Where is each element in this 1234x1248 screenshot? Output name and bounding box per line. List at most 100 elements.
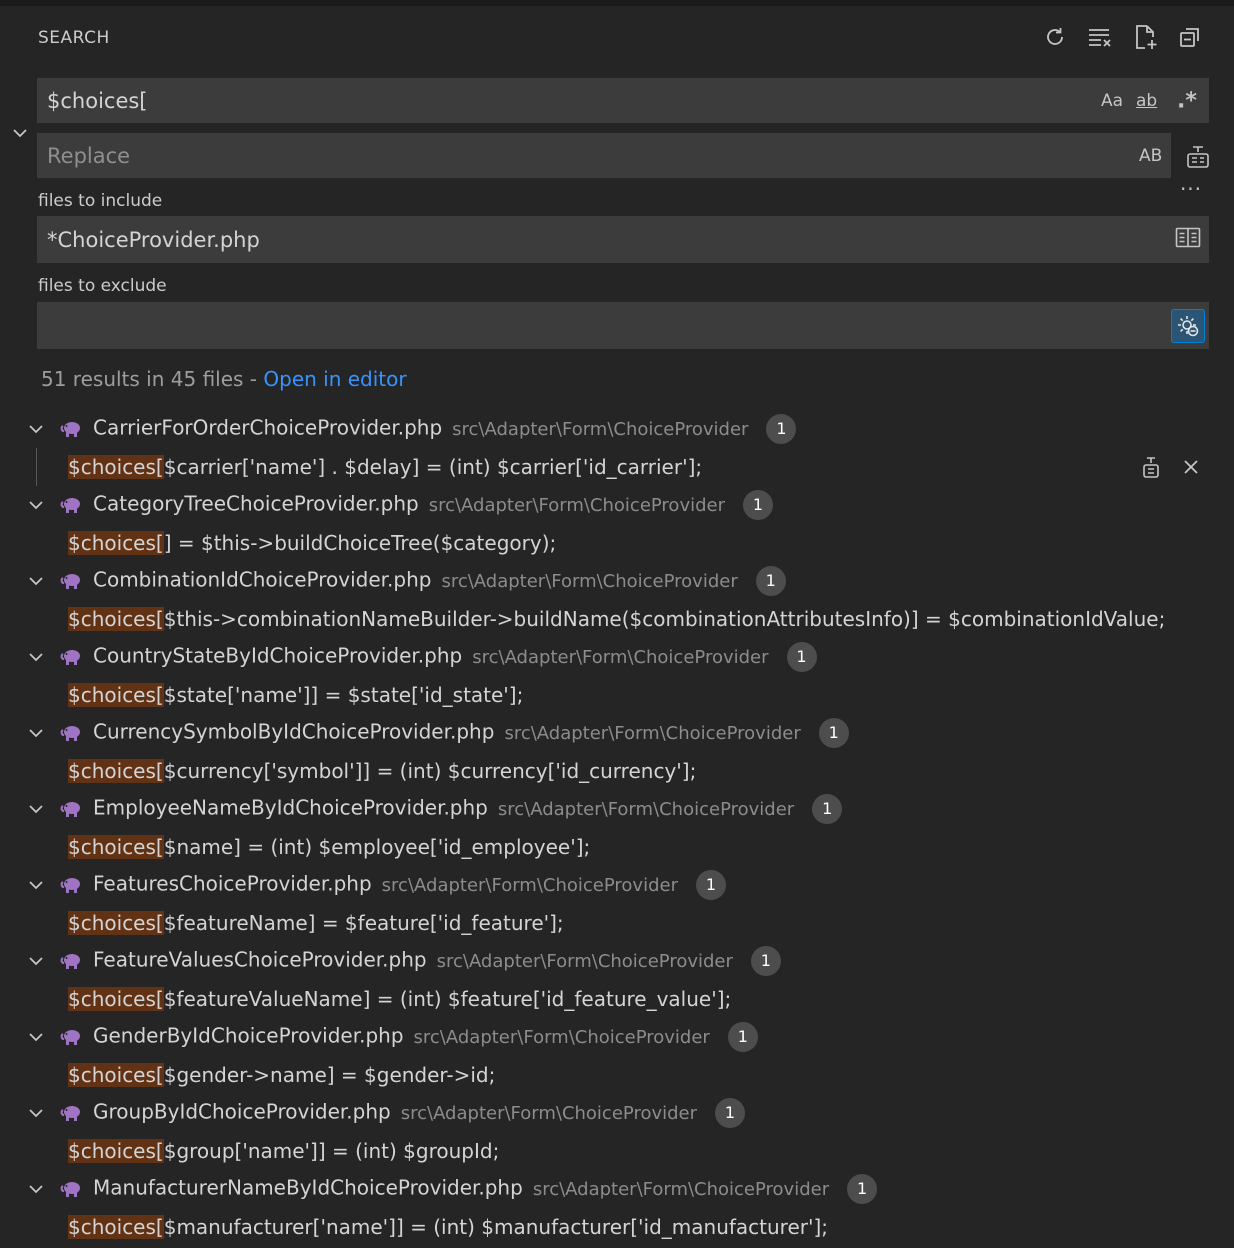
chevron-down-icon[interactable] xyxy=(26,1027,46,1047)
match-count-badge: 1 xyxy=(766,414,797,444)
match-highlight: $choices[ xyxy=(68,1139,164,1163)
match-highlight: $choices[ xyxy=(68,987,164,1011)
file-path-text: src\Adapter\Form\ChoiceProvider xyxy=(413,1026,710,1048)
file-name-text: ManufacturerNameByIdChoiceProvider.php xyxy=(93,1175,523,1200)
result-match-row[interactable]: $choices[$currency['symbol']] = (int) $c… xyxy=(0,752,1234,790)
chevron-down-icon[interactable] xyxy=(26,1103,46,1123)
php-file-icon xyxy=(60,875,82,895)
result-file-row[interactable]: GroupByIdChoiceProvider.php src\Adapter\F… xyxy=(0,1094,1234,1132)
match-count-badge: 1 xyxy=(727,1022,758,1052)
open-editors-only-icon[interactable] xyxy=(1175,226,1201,253)
file-path-text: src\Adapter\Form\ChoiceProvider xyxy=(472,646,769,668)
new-search-editor-icon[interactable] xyxy=(1128,20,1162,54)
match-case-toggle[interactable]: Aa xyxy=(1101,91,1123,111)
more-options-icon[interactable]: ··· xyxy=(1177,177,1205,201)
php-file-icon xyxy=(60,1103,82,1123)
result-match-row[interactable]: $choices[$name] = (int) $employee['id_em… xyxy=(0,828,1234,866)
result-match-row[interactable]: $choices[] = $this->buildChoiceTree($cat… xyxy=(0,524,1234,562)
match-highlight: $choices[ xyxy=(68,1063,164,1087)
open-in-editor-link[interactable]: Open in editor xyxy=(263,367,406,391)
match-rest-text: $currency['symbol']] = (int) $currency['… xyxy=(163,759,697,783)
match-highlight: $choices[ xyxy=(68,607,164,631)
result-file-name: CombinationIdChoiceProvider.php src\Adapt… xyxy=(93,566,786,596)
php-file-icon xyxy=(60,647,82,667)
result-file-row[interactable]: CurrencySymbolByIdChoiceProvider.php src\… xyxy=(0,714,1234,752)
collapse-all-icon[interactable] xyxy=(1173,20,1207,54)
result-file-row[interactable]: CategoryTreeChoiceProvider.php src\Adapte… xyxy=(0,486,1234,524)
refresh-icon[interactable] xyxy=(1038,20,1072,54)
replace-placeholder: Replace xyxy=(47,143,131,168)
php-file-icon xyxy=(60,571,82,591)
dismiss-icon[interactable] xyxy=(1178,454,1204,480)
match-line-text: $choices[$currency['symbol']] = (int) $c… xyxy=(68,759,696,783)
search-panel: SEARCH $choices[Aa ab .* Replace AB ···… xyxy=(0,0,1234,1248)
result-file-name: GenderByIdChoiceProvider.php src\Adapter\… xyxy=(93,1022,758,1052)
replace-icon[interactable] xyxy=(1138,454,1164,480)
result-file-row[interactable]: CombinationIdChoiceProvider.php src\Adapt… xyxy=(0,562,1234,600)
match-highlight: $choices[ xyxy=(68,835,164,859)
chevron-down-icon[interactable] xyxy=(26,1179,46,1199)
result-match-row[interactable]: $choices[$featureValueName] = (int) $fea… xyxy=(0,980,1234,1018)
match-line-text: $choices[$carrier['name'] . $delay] = (i… xyxy=(68,455,702,479)
chevron-down-icon[interactable] xyxy=(26,875,46,895)
match-rest-text: $group['name']] = (int) $groupId; xyxy=(163,1139,500,1163)
match-count-badge: 1 xyxy=(786,642,817,672)
whole-word-toggle[interactable]: ab xyxy=(1136,91,1157,111)
result-file-row[interactable]: FeatureValuesChoiceProvider.php src\Adapt… xyxy=(0,942,1234,980)
file-path-text: src\Adapter\Form\ChoiceProvider xyxy=(428,494,725,516)
preserve-case-toggle[interactable]: AB xyxy=(1139,146,1162,166)
file-name-text: EmployeeNameByIdChoiceProvider.php xyxy=(93,795,488,820)
result-match-row[interactable]: $choices[$this->combinationNameBuilder->… xyxy=(0,600,1234,638)
match-count-badge: 1 xyxy=(847,1174,878,1204)
search-query-text: $choices[ xyxy=(47,88,148,113)
result-file-row[interactable]: GenderByIdChoiceProvider.php src\Adapter\… xyxy=(0,1018,1234,1056)
file-path-text: src\Adapter\Form\ChoiceProvider xyxy=(436,950,733,972)
chevron-down-icon[interactable] xyxy=(26,799,46,819)
regex-toggle[interactable]: .* xyxy=(1177,88,1197,113)
match-count-badge: 1 xyxy=(743,490,773,520)
result-match-row[interactable]: $choices[$featureName] = $feature['id_fe… xyxy=(0,904,1234,942)
match-line-text: $choices[$manufacturer['name']] = (int) … xyxy=(68,1215,828,1239)
files-to-exclude-label: files to exclude xyxy=(38,276,167,296)
match-rest-text: $state['name']] = $state['id_state']; xyxy=(163,683,524,707)
result-file-row[interactable]: ManufacturerNameByIdChoiceProvider.php sr… xyxy=(0,1170,1234,1208)
file-path-text: src\Adapter\Form\ChoiceProvider xyxy=(441,570,738,592)
chevron-down-icon[interactable] xyxy=(26,571,46,591)
result-match-row[interactable]: $choices[$carrier['name'] . $delay] = (i… xyxy=(0,448,1234,486)
chevron-down-icon[interactable] xyxy=(26,723,46,743)
chevron-down-icon[interactable] xyxy=(26,647,46,667)
chevron-down-icon[interactable] xyxy=(26,951,46,971)
file-name-text: FeaturesChoiceProvider.php xyxy=(93,871,372,896)
result-file-name: EmployeeNameByIdChoiceProvider.php src\Ad… xyxy=(93,794,843,824)
result-file-row[interactable]: CarrierForOrderChoiceProvider.php src\Ada… xyxy=(0,410,1234,448)
files-to-exclude-input[interactable] xyxy=(37,302,1209,349)
results-count-text: 51 results in 45 files - xyxy=(41,367,264,391)
replace-input[interactable]: Replace AB xyxy=(37,133,1171,178)
result-file-name: FeaturesChoiceProvider.php src\Adapter\Fo… xyxy=(93,870,726,900)
result-match-row[interactable]: $choices[$state['name']] = $state['id_st… xyxy=(0,676,1234,714)
toggle-replace-chevron-icon[interactable] xyxy=(6,118,34,148)
clear-results-icon[interactable] xyxy=(1083,20,1117,54)
match-rest-text: $this->combinationNameBuilder->buildName… xyxy=(163,607,1166,631)
match-rest-text: $carrier['name'] . $delay] = (int) $carr… xyxy=(163,455,703,479)
result-file-row[interactable]: EmployeeNameByIdChoiceProvider.php src\Ad… xyxy=(0,790,1234,828)
files-to-include-input[interactable]: *ChoiceProvider.php xyxy=(37,216,1209,263)
indent-guide xyxy=(36,448,37,486)
search-input[interactable]: $choices[ Aa ab .* xyxy=(37,78,1209,123)
result-match-row[interactable]: $choices[$gender->name] = $gender->id; xyxy=(0,1056,1234,1094)
match-count-badge: 1 xyxy=(755,566,786,596)
match-highlight: $choices[ xyxy=(68,455,164,479)
result-match-row[interactable]: $choices[$group['name']] = (int) $groupI… xyxy=(0,1132,1234,1170)
result-file-row[interactable]: CountryStateByIdChoiceProvider.php src\Ad… xyxy=(0,638,1234,676)
match-line-text: $choices[] = $this->buildChoiceTree($cat… xyxy=(68,531,556,555)
replace-all-icon[interactable] xyxy=(1182,140,1214,172)
chevron-down-icon[interactable] xyxy=(26,419,46,439)
file-path-text: src\Adapter\Form\ChoiceProvider xyxy=(532,1178,830,1200)
file-path-text: src\Adapter\Form\ChoiceProvider xyxy=(400,1102,698,1124)
file-name-text: CountryStateByIdChoiceProvider.php xyxy=(93,643,463,668)
panel-title: SEARCH xyxy=(38,28,110,48)
chevron-down-icon[interactable] xyxy=(26,495,46,515)
use-exclude-settings-icon[interactable] xyxy=(1171,308,1205,343)
result-file-row[interactable]: FeaturesChoiceProvider.php src\Adapter\Fo… xyxy=(0,866,1234,904)
result-match-row[interactable]: $choices[$manufacturer['name']] = (int) … xyxy=(0,1208,1234,1246)
